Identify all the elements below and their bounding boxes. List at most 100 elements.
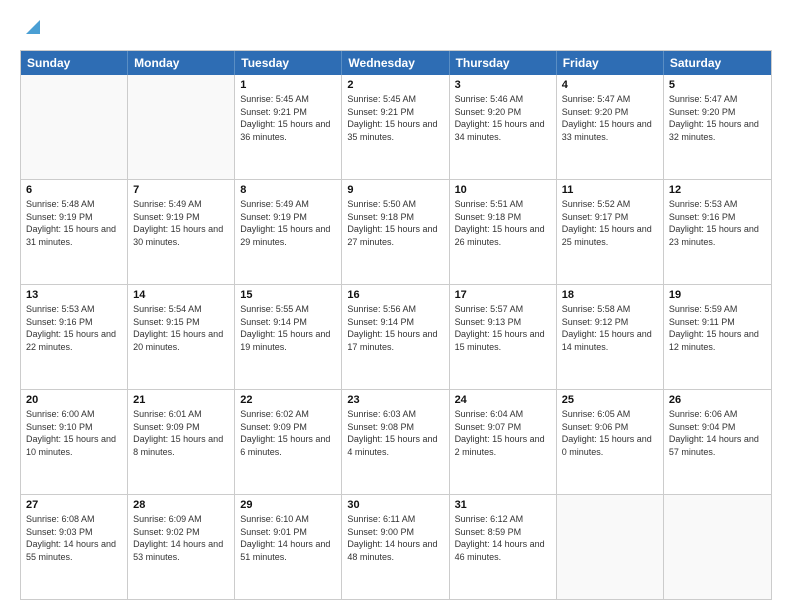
day-number: 24 [455, 394, 551, 406]
cell-daylight-info: Sunrise: 5:49 AMSunset: 9:19 PMDaylight:… [133, 198, 229, 248]
cell-daylight-info: Sunrise: 5:51 AMSunset: 9:18 PMDaylight:… [455, 198, 551, 248]
day-number: 5 [669, 79, 766, 91]
day-number: 4 [562, 79, 658, 91]
calendar-row: 13 Sunrise: 5:53 AMSunset: 9:16 PMDayligh… [21, 285, 771, 390]
calendar-body: 1Sunrise: 5:45 AMSunset: 9:21 PMDaylight… [21, 75, 771, 599]
calendar-cell: 27 Sunrise: 6:08 AMSunset: 9:03 PMDayligh… [21, 495, 128, 599]
calendar-cell [21, 75, 128, 179]
calendar-cell: 9 Sunrise: 5:50 AMSunset: 9:18 PMDaylight… [342, 180, 449, 284]
calendar-cell: 12 Sunrise: 5:53 AMSunset: 9:16 PMDayligh… [664, 180, 771, 284]
day-number: 11 [562, 184, 658, 196]
day-number: 28 [133, 499, 229, 511]
page: SundayMondayTuesdayWednesdayThursdayFrid… [0, 0, 792, 612]
calendar-cell [128, 75, 235, 179]
day-number: 16 [347, 289, 443, 301]
weekday-header: Monday [128, 51, 235, 75]
calendar-cell: 23 Sunrise: 6:03 AMSunset: 9:08 PMDayligh… [342, 390, 449, 494]
cell-daylight-info: Sunrise: 5:52 AMSunset: 9:17 PMDaylight:… [562, 198, 658, 248]
calendar-row: 1Sunrise: 5:45 AMSunset: 9:21 PMDaylight… [21, 75, 771, 180]
calendar-cell: 16 Sunrise: 5:56 AMSunset: 9:14 PMDayligh… [342, 285, 449, 389]
day-number: 10 [455, 184, 551, 196]
day-number: 19 [669, 289, 766, 301]
day-number: 22 [240, 394, 336, 406]
day-number: 25 [562, 394, 658, 406]
cell-daylight-info: Sunrise: 5:55 AMSunset: 9:14 PMDaylight:… [240, 303, 336, 353]
calendar-cell: 3 Sunrise: 5:46 AMSunset: 9:20 PMDaylight… [450, 75, 557, 179]
cell-daylight-info: Sunrise: 5:56 AMSunset: 9:14 PMDaylight:… [347, 303, 443, 353]
cell-daylight-info: Sunrise: 6:03 AMSunset: 9:08 PMDaylight:… [347, 408, 443, 458]
cell-daylight-info: Sunrise: 6:06 AMSunset: 9:04 PMDaylight:… [669, 408, 766, 458]
day-number: 26 [669, 394, 766, 406]
weekday-header: Friday [557, 51, 664, 75]
cell-daylight-info: Sunrise: 5:53 AMSunset: 9:16 PMDaylight:… [669, 198, 766, 248]
calendar-cell: 14Sunrise: 5:54 AMSunset: 9:15 PMDayligh… [128, 285, 235, 389]
weekday-header: Saturday [664, 51, 771, 75]
calendar-cell: 28 Sunrise: 6:09 AMSunset: 9:02 PMDayligh… [128, 495, 235, 599]
calendar-cell [557, 495, 664, 599]
calendar-cell: 10 Sunrise: 5:51 AMSunset: 9:18 PMDayligh… [450, 180, 557, 284]
day-number: 12 [669, 184, 766, 196]
calendar-cell: 11 Sunrise: 5:52 AMSunset: 9:17 PMDayligh… [557, 180, 664, 284]
weekday-header: Thursday [450, 51, 557, 75]
day-number: 27 [26, 499, 122, 511]
calendar-row: 20 Sunrise: 6:00 AMSunset: 9:10 PMDayligh… [21, 390, 771, 495]
cell-daylight-info: Sunrise: 5:45 AMSunset: 9:21 PMDaylight:… [240, 93, 336, 143]
cell-daylight-info: Sunrise: 6:02 AMSunset: 9:09 PMDaylight:… [240, 408, 336, 458]
calendar-cell: 5 Sunrise: 5:47 AMSunset: 9:20 PMDaylight… [664, 75, 771, 179]
weekday-header: Wednesday [342, 51, 449, 75]
cell-daylight-info: Sunrise: 5:48 AMSunset: 9:19 PMDaylight:… [26, 198, 122, 248]
day-number: 2 [347, 79, 443, 91]
calendar-cell: 19 Sunrise: 5:59 AMSunset: 9:11 PMDayligh… [664, 285, 771, 389]
calendar-cell: 13 Sunrise: 5:53 AMSunset: 9:16 PMDayligh… [21, 285, 128, 389]
day-number: 31 [455, 499, 551, 511]
day-number: 8 [240, 184, 336, 196]
day-number: 7 [133, 184, 229, 196]
calendar-cell [664, 495, 771, 599]
calendar-cell: 30Sunrise: 6:11 AMSunset: 9:00 PMDayligh… [342, 495, 449, 599]
cell-daylight-info: Sunrise: 5:50 AMSunset: 9:18 PMDaylight:… [347, 198, 443, 248]
day-number: 17 [455, 289, 551, 301]
weekday-header: Tuesday [235, 51, 342, 75]
cell-daylight-info: Sunrise: 6:12 AMSunset: 8:59 PMDaylight:… [455, 513, 551, 563]
calendar-cell: 24 Sunrise: 6:04 AMSunset: 9:07 PMDayligh… [450, 390, 557, 494]
cell-daylight-info: Sunrise: 6:09 AMSunset: 9:02 PMDaylight:… [133, 513, 229, 563]
cell-daylight-info: Sunrise: 5:58 AMSunset: 9:12 PMDaylight:… [562, 303, 658, 353]
day-number: 6 [26, 184, 122, 196]
day-number: 23 [347, 394, 443, 406]
calendar-row: 6 Sunrise: 5:48 AMSunset: 9:19 PMDaylight… [21, 180, 771, 285]
cell-daylight-info: Sunrise: 6:04 AMSunset: 9:07 PMDaylight:… [455, 408, 551, 458]
calendar-cell: 29 Sunrise: 6:10 AMSunset: 9:01 PMDayligh… [235, 495, 342, 599]
logo [20, 16, 44, 40]
day-number: 3 [455, 79, 551, 91]
cell-daylight-info: Sunrise: 5:47 AMSunset: 9:20 PMDaylight:… [562, 93, 658, 143]
cell-daylight-info: Sunrise: 5:49 AMSunset: 9:19 PMDaylight:… [240, 198, 336, 248]
cell-daylight-info: Sunrise: 6:01 AMSunset: 9:09 PMDaylight:… [133, 408, 229, 458]
cell-daylight-info: Sunrise: 6:08 AMSunset: 9:03 PMDaylight:… [26, 513, 122, 563]
calendar-cell: 1Sunrise: 5:45 AMSunset: 9:21 PMDaylight… [235, 75, 342, 179]
calendar-cell: 31 Sunrise: 6:12 AMSunset: 8:59 PMDayligh… [450, 495, 557, 599]
day-number: 21 [133, 394, 229, 406]
calendar-cell: 17Sunrise: 5:57 AMSunset: 9:13 PMDayligh… [450, 285, 557, 389]
cell-daylight-info: Sunrise: 6:05 AMSunset: 9:06 PMDaylight:… [562, 408, 658, 458]
logo-icon [22, 16, 44, 38]
weekday-header: Sunday [21, 51, 128, 75]
calendar-cell: 21 Sunrise: 6:01 AMSunset: 9:09 PMDayligh… [128, 390, 235, 494]
cell-daylight-info: Sunrise: 5:46 AMSunset: 9:20 PMDaylight:… [455, 93, 551, 143]
header [20, 16, 772, 40]
calendar-cell: 22 Sunrise: 6:02 AMSunset: 9:09 PMDayligh… [235, 390, 342, 494]
day-number: 29 [240, 499, 336, 511]
cell-daylight-info: Sunrise: 5:59 AMSunset: 9:11 PMDaylight:… [669, 303, 766, 353]
cell-daylight-info: Sunrise: 5:47 AMSunset: 9:20 PMDaylight:… [669, 93, 766, 143]
day-number: 15 [240, 289, 336, 301]
calendar-cell: 4 Sunrise: 5:47 AMSunset: 9:20 PMDaylight… [557, 75, 664, 179]
cell-daylight-info: Sunrise: 6:00 AMSunset: 9:10 PMDaylight:… [26, 408, 122, 458]
day-number: 13 [26, 289, 122, 301]
day-number: 20 [26, 394, 122, 406]
day-number: 9 [347, 184, 443, 196]
cell-daylight-info: Sunrise: 5:53 AMSunset: 9:16 PMDaylight:… [26, 303, 122, 353]
calendar-row: 27 Sunrise: 6:08 AMSunset: 9:03 PMDayligh… [21, 495, 771, 599]
cell-daylight-info: Sunrise: 5:54 AMSunset: 9:15 PMDaylight:… [133, 303, 229, 353]
calendar-cell: 2Sunrise: 5:45 AMSunset: 9:21 PMDaylight… [342, 75, 449, 179]
cell-daylight-info: Sunrise: 6:10 AMSunset: 9:01 PMDaylight:… [240, 513, 336, 563]
day-number: 30 [347, 499, 443, 511]
